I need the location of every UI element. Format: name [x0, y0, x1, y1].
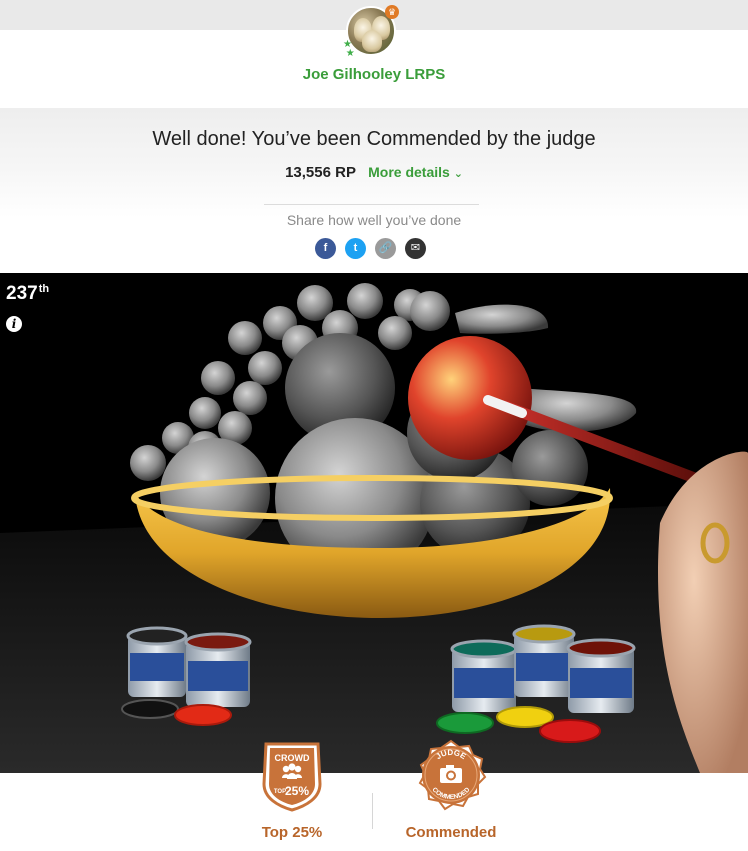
more-details-link[interactable]: More details ⌄	[368, 164, 463, 180]
crowd-badge[interactable]: CROWD TOP 25%	[258, 740, 326, 812]
user-name[interactable]: Joe Gilhooley LRPS	[0, 66, 748, 83]
stars-icon: ★ ★	[343, 39, 355, 59]
crowd-badge-top: CROWD	[275, 753, 310, 763]
copy-link-button[interactable]: 🔗	[375, 238, 396, 259]
crowd-badge-value: 25%	[285, 784, 309, 798]
rank-number: 237	[6, 283, 38, 304]
entry-photo[interactable]	[0, 273, 748, 773]
email-icon: ✉	[410, 242, 421, 254]
rank-indicator: 237th	[6, 283, 49, 305]
facebook-share-button[interactable]: f	[315, 238, 336, 259]
owl-shape	[362, 30, 382, 52]
more-details-label: More details	[368, 164, 450, 180]
judge-award-label: Commended	[405, 824, 497, 841]
points-row: 13,556 RP More details ⌄	[0, 164, 748, 181]
awards-bar	[0, 773, 748, 851]
email-share-button[interactable]: ✉	[405, 238, 426, 259]
crowd-badge-graphic: CROWD TOP 25%	[262, 742, 322, 812]
twitter-share-button[interactable]: t	[345, 238, 366, 259]
judge-badge[interactable]: JUDGE COMMENDED	[415, 739, 487, 811]
link-icon: 🔗	[378, 242, 393, 254]
crown-icon: ♛	[385, 5, 399, 19]
divider	[264, 204, 479, 205]
rank-suffix: th	[38, 283, 50, 295]
photo-illustration	[0, 273, 748, 773]
twitter-icon: t	[353, 242, 358, 254]
reward-points: 13,556 RP	[285, 164, 356, 181]
judge-badge-graphic: JUDGE COMMENDED	[418, 739, 487, 811]
share-label: Share how well you’ve done	[286, 212, 462, 228]
facebook-icon: f	[323, 242, 328, 254]
info-icon[interactable]: i	[6, 316, 22, 332]
result-headline: Well done! You’ve been Commended by the …	[152, 128, 596, 150]
awards-divider	[372, 793, 373, 829]
chevron-down-icon: ⌄	[453, 168, 463, 180]
share-buttons: f t 🔗 ✉	[315, 238, 435, 260]
crowd-award-label: Top 25%	[261, 824, 323, 841]
